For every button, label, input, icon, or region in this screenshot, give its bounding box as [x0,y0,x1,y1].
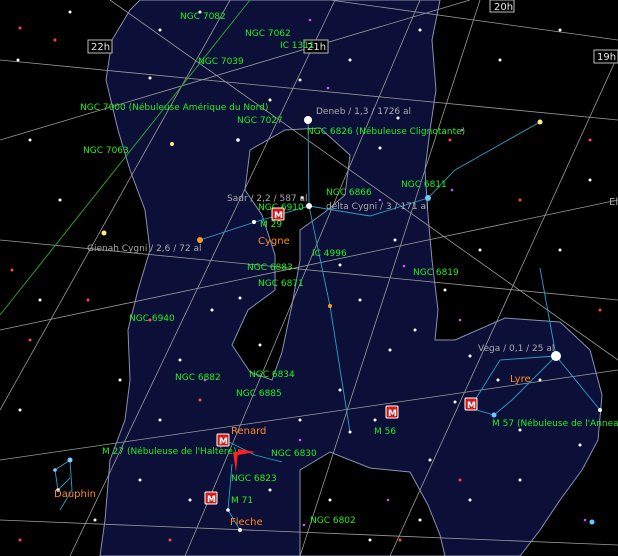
svg-text:M: M [207,495,216,505]
star-label-vega[interactable]: Vega / 0,1 / 25 al [478,344,554,354]
object-label-ngc6834[interactable]: NGC 6834 [249,370,295,380]
constellation-label-renard[interactable]: Renard [231,426,266,437]
object-label-ngc6819[interactable]: NGC 6819 [413,268,459,278]
object-label-ngc7062[interactable]: NGC 7062 [245,29,291,39]
object-label-ngc6802[interactable]: NGC 6802 [310,516,356,526]
messier-marker-m71[interactable]: M [204,491,218,505]
constellation-label-fleche[interactable]: Fleche [230,517,263,528]
ra-label-19h: 19h [593,49,618,64]
object-label-ngc7039[interactable]: NGC 7039 [198,57,244,67]
object-label-m57[interactable]: M 57 (Nébuleuse de l'Anneau) [492,418,618,429]
object-label-ngc7000[interactable]: NGC 7000 (Nébuleuse Amérique du Nord) [80,102,268,113]
messier-marker-m57[interactable]: M [464,397,478,411]
object-label-ic1311[interactable]: IC 1311 [280,41,315,51]
svg-text:M: M [219,437,228,447]
object-label-ngc6866[interactable]: NGC 6866 [326,188,372,198]
svg-text:M: M [467,401,476,411]
svg-text:22h: 22h [91,42,110,53]
svg-text:20h: 20h [494,2,513,13]
object-label-ngc6882[interactable]: NGC 6882 [175,373,221,383]
sky-chart[interactable]: 20h 21h 22h 19h El Cygne Lyre Renard Dau… [0,0,618,556]
object-label-ngc6883[interactable]: NGC 6883 [247,263,293,273]
constellation-label-cygne[interactable]: Cygne [258,236,290,247]
svg-text:M: M [274,211,283,221]
svg-text:19h: 19h [597,52,616,63]
ra-label-20h: 20h [489,0,515,13]
object-label-ngc6826[interactable]: NGC 6826 (Nébuleuse Clignotante) [307,126,465,137]
object-label-ngc6940[interactable]: NGC 6940 [129,314,175,324]
object-label-ngc6871[interactable]: NGC 6871 [258,279,304,289]
object-label-m71[interactable]: M 71 [231,496,253,506]
edge-label: El [609,197,618,208]
object-label-ngc7082[interactable]: NGC 7082 [180,12,226,22]
star-map-canvas[interactable]: 20h 21h 22h 19h El Cygne Lyre Renard Dau… [0,0,618,556]
ra-label-22h: 22h [87,39,113,54]
constellation-label-dauphin[interactable]: Dauphin [54,489,96,500]
svg-text:M: M [388,409,397,419]
object-label-ngc6885[interactable]: NGC 6885 [236,389,282,399]
object-label-m29[interactable]: M 29 [260,220,282,230]
object-label-ngc6830[interactable]: NGC 6830 [271,449,317,459]
object-label-m56[interactable]: M 56 [374,427,396,437]
constellation-label-lyre[interactable]: Lyre [510,374,531,385]
object-label-ngc6823[interactable]: NGC 6823 [231,474,277,484]
messier-marker-m56[interactable]: M [385,405,399,419]
messier-marker-m29[interactable]: M [271,207,285,221]
object-label-ngc7027[interactable]: NGC 7027 [237,116,283,126]
object-label-ngc6811[interactable]: NGC 6811 [401,180,447,190]
star-label-gienah[interactable]: Gienah Cygni / 2,6 / 72 al [87,244,201,254]
object-label-ngc7063[interactable]: NGC 7063 [83,146,129,156]
object-label-ic4996[interactable]: IC 4996 [312,249,347,259]
messier-marker-m27[interactable]: M [216,433,230,447]
object-label-m27[interactable]: M 27 (Nébuleuse de l'Haltère) [102,446,236,457]
star-label-delta-cygni[interactable]: delta Cygni / 3 / 171 al [326,202,428,212]
star-label-deneb[interactable]: Deneb / 1,3 / 1726 al [316,107,411,117]
